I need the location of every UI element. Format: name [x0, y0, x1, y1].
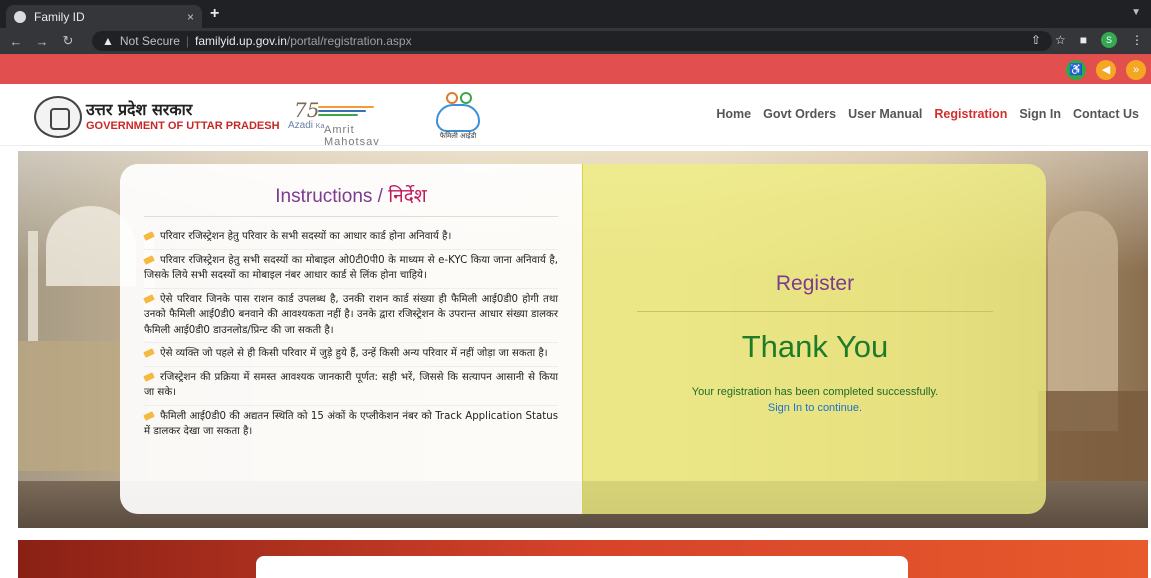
tab-search-chevron-icon[interactable]: ▼ [1131, 7, 1141, 18]
pencil-icon [143, 371, 155, 382]
profile-avatar[interactable]: S [1101, 32, 1117, 48]
bookmark-star-icon[interactable]: ☆ [1055, 33, 1066, 47]
government-name-hindi: उत्तर प्रदेश सरकार [86, 100, 193, 119]
pencil-icon [143, 410, 155, 421]
azadi-ka-amrit-mahotsav-logo: 75 Azadi Ka Amrit Mahotsav [288, 98, 396, 148]
toolbar-actions: ⇧ ☆ ■ S ⋮ [1031, 32, 1143, 48]
tab-close-icon[interactable]: × [187, 10, 194, 24]
family-id-caption: फैमिली आईडी [439, 132, 477, 140]
browser-toolbar: ← → ↻ ▲ Not Secure | familyid.up.gov.in … [0, 28, 1151, 54]
list-item: ऐसे परिवार जिनके पास राशन कार्ड उपलब्ध ह… [143, 289, 558, 343]
nav-registration[interactable]: Registration [934, 107, 1007, 121]
nav-home[interactable]: Home [716, 107, 751, 121]
seventy-five-mark: 75 [294, 98, 320, 122]
side-panel-icon[interactable]: ■ [1080, 33, 1087, 47]
divider [144, 216, 558, 217]
list-item: फैमिली आई0डी0 की अद्यतन स्थिति को 15 अंक… [143, 410, 558, 437]
speaker-icon[interactable]: ◀ [1096, 60, 1116, 80]
pencil-icon [143, 231, 155, 241]
footer-card [256, 556, 908, 578]
warning-triangle-icon[interactable]: ▲ [102, 34, 114, 48]
up-government-emblem-icon[interactable] [34, 96, 82, 138]
security-label: Not Secure [119, 34, 180, 48]
sign-in-link[interactable]: Sign In to continue. [583, 402, 1047, 414]
pencil-icon [143, 254, 155, 265]
register-heading: Register [775, 272, 855, 295]
instructions-title: Instructions / निर्देश [275, 185, 427, 207]
government-name-english: GOVERNMENT OF UTTAR PRADESH [86, 120, 280, 132]
instructions-panel: Instructions / निर्देश परिवार रजिस्ट्रेश… [120, 164, 582, 514]
address-separator: | [185, 34, 190, 48]
family-id-logo: फैमिली आईडी [428, 92, 488, 142]
tab-title: Family ID [34, 9, 85, 24]
divider [637, 311, 993, 312]
list-item: परिवार रजिस्ट्रेशन हेतु परिवार के सभी सद… [143, 226, 558, 250]
browser-tab[interactable]: Family ID × [6, 5, 202, 28]
address-bar[interactable]: ▲ Not Secure | familyid.up.gov.in /porta… [92, 31, 1052, 51]
forward-arrow-icon[interactable]: → [32, 34, 52, 49]
accessibility-icon[interactable]: ♿ [1066, 60, 1086, 80]
nav-user-manual[interactable]: User Manual [848, 107, 922, 121]
favicon-icon [14, 10, 26, 23]
site-header: उत्तर प्रदेश सरकार GOVERNMENT OF UTTAR P… [0, 84, 1151, 148]
pencil-icon [143, 293, 155, 304]
accessibility-bar: ♿ ◀ » [0, 54, 1151, 84]
list-item: परिवार रजिस्ट्रेशन हेतु सभी सदस्यों का म… [143, 250, 558, 289]
url-path: /portal/registration.aspx [286, 34, 412, 48]
main-nav: Home Govt Orders User Manual Registratio… [716, 107, 1139, 121]
thank-you-heading: Thank You [741, 329, 889, 364]
nav-govt-orders[interactable]: Govt Orders [763, 107, 836, 121]
share-icon[interactable]: ⇧ [1031, 33, 1041, 47]
nav-contact-us[interactable]: Contact Us [1073, 107, 1139, 121]
nav-sign-in[interactable]: Sign In [1019, 107, 1061, 121]
registration-result-panel: Register Thank You Your registration has… [582, 164, 1046, 514]
instructions-list: परिवार रजिस्ट्रेशन हेतु परिवार के सभी सद… [143, 226, 558, 444]
list-item: ऐसे व्यक्ति जो पहले से ही किसी परिवार मे… [143, 343, 558, 367]
list-item: रजिस्ट्रेशन की प्रक्रिया में समस्त आवश्य… [143, 367, 558, 406]
url-host: familyid.up.gov.in [195, 34, 287, 48]
browser-tab-bar: Family ID × + ▼ [0, 0, 1151, 28]
amrit-mahotsav-text: Amrit Mahotsav [324, 124, 380, 148]
tricolor-lines [318, 106, 374, 118]
success-message: Your registration has been completed suc… [691, 386, 939, 398]
reload-icon[interactable]: ↻ [58, 33, 78, 49]
pencil-icon [143, 348, 155, 358]
azadi-text: Azadi Ka [288, 120, 325, 131]
new-tab-button[interactable]: + [210, 5, 219, 23]
back-arrow-icon[interactable]: ← [6, 34, 26, 49]
expand-chevron-icon[interactable]: » [1126, 60, 1146, 80]
browser-menu-icon[interactable]: ⋮ [1131, 33, 1143, 47]
